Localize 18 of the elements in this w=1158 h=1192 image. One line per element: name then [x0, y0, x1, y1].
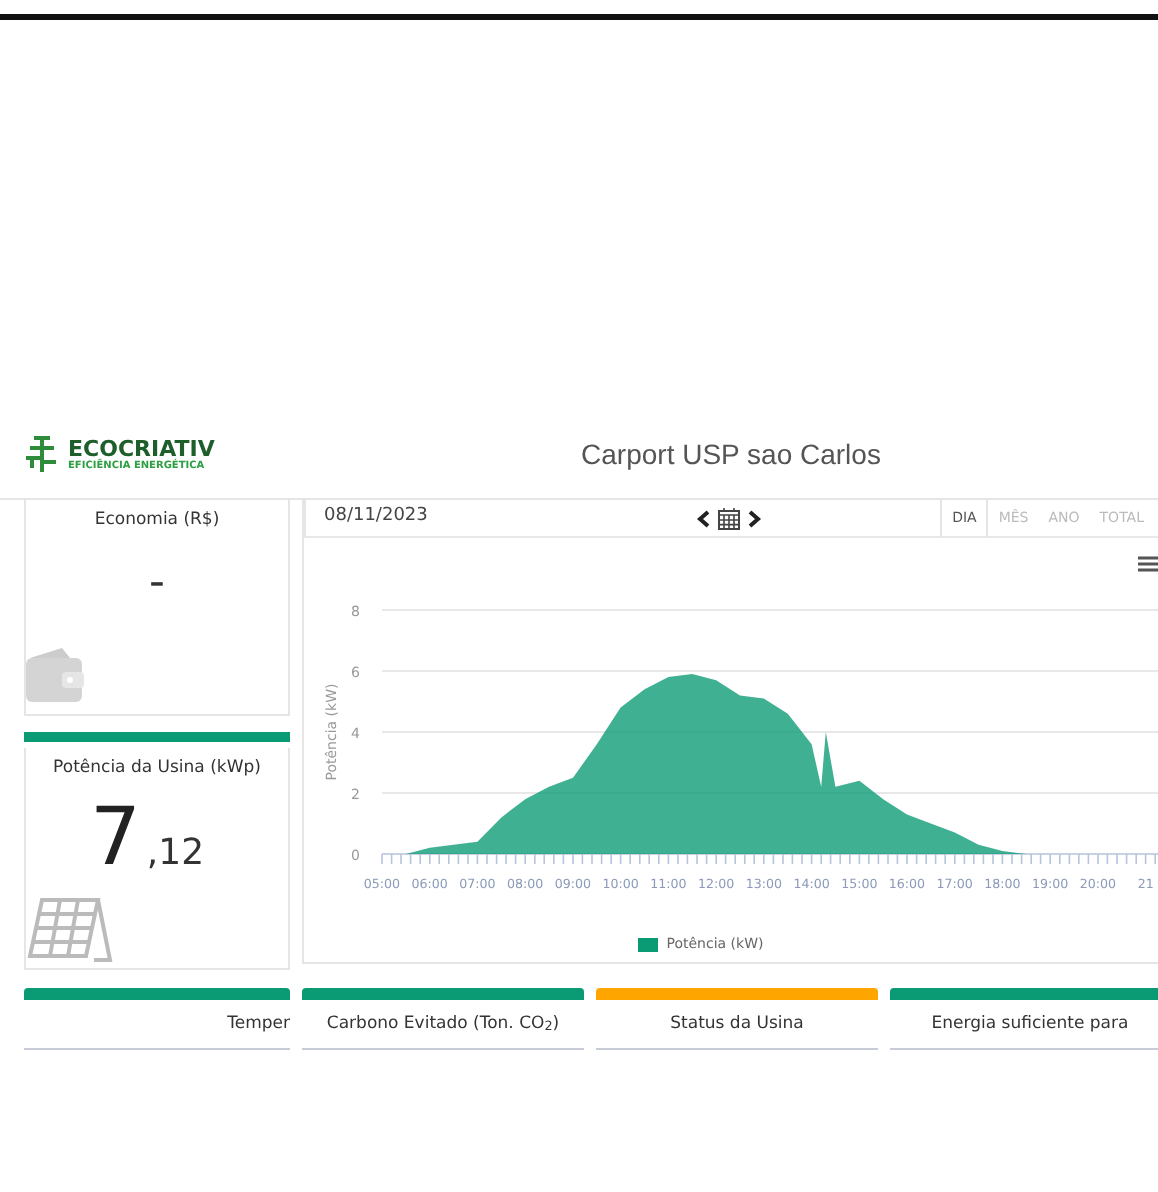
menu-icon[interactable]	[1138, 556, 1158, 572]
logo-name: ECOCRIATIV	[68, 437, 215, 459]
chevron-left-icon[interactable]	[696, 509, 710, 527]
logo-icon	[24, 432, 60, 476]
card-title: Temper	[227, 1011, 290, 1037]
power-value: 7	[89, 797, 141, 878]
card-title: Status da Usina	[670, 1011, 804, 1037]
card-title: Carbono Evitado (Ton. CO$_{2}$)	[326, 1011, 560, 1037]
economy-value: -	[147, 561, 167, 606]
card-title: Energia suficiente para	[931, 1011, 1129, 1037]
chevron-right-icon[interactable]	[748, 509, 762, 527]
calendar-icon[interactable]	[718, 507, 740, 529]
power-decimal: ,12	[146, 829, 205, 878]
solar-panel-icon	[26, 896, 114, 964]
card-title: Potência da Usina (kWp)	[51, 756, 263, 782]
card-title: Economia (R$)	[92, 508, 222, 534]
date-field[interactable]: 08/11/2023	[306, 504, 696, 532]
page-title: Carport USP sao Carlos	[581, 435, 881, 474]
